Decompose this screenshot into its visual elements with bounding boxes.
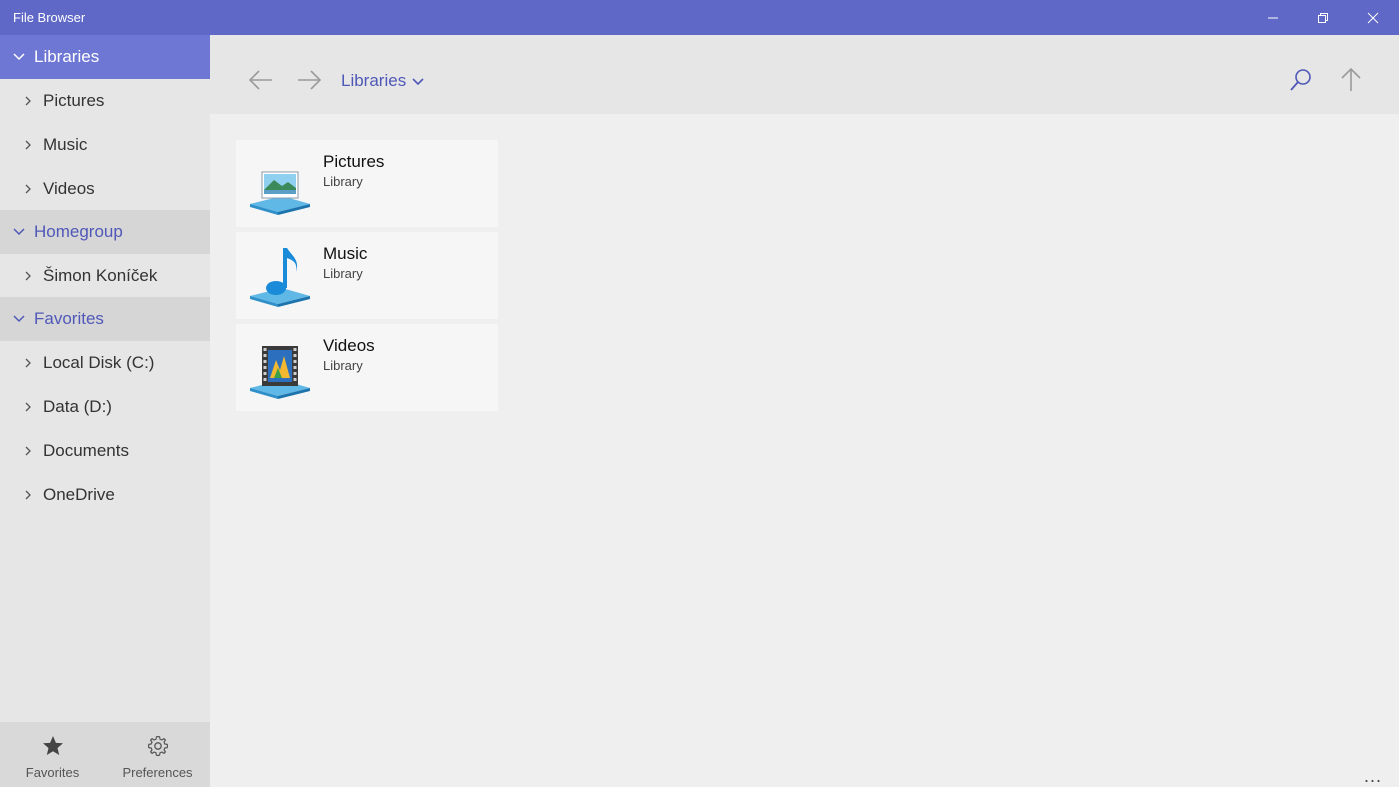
chevron-right-icon <box>25 140 31 150</box>
chevron-right-icon <box>25 271 31 281</box>
tile-kind: Library <box>323 266 363 281</box>
path-dropdown-label[interactable]: Libraries <box>341 71 406 91</box>
chevron-right-icon <box>25 490 31 500</box>
music-library-icon <box>250 248 310 307</box>
sidebar-item-label: OneDrive <box>43 485 115 504</box>
star-icon <box>42 736 63 755</box>
toolbar: Libraries <box>210 35 1399 114</box>
tile-name: Music <box>323 244 368 263</box>
chevron-down-icon[interactable] <box>412 77 424 87</box>
content-area: Pictures Library Music Library Videos Li… <box>210 114 1399 787</box>
minimize-icon <box>1268 17 1278 18</box>
more-options-button[interactable]: ... <box>1364 766 1382 787</box>
chevron-right-icon <box>25 446 31 456</box>
close-button[interactable] <box>1348 0 1398 35</box>
sidebar-group-libraries[interactable]: Libraries <box>0 35 210 79</box>
sidebar-item-label: Data (D:) <box>43 397 112 416</box>
forward-button[interactable] <box>296 67 322 98</box>
favorites-label: Favorites <box>25 765 80 780</box>
restore-button[interactable] <box>1298 0 1348 35</box>
title-bar: File Browser <box>0 0 1399 35</box>
sidebar-footer: Favorites Preferences <box>0 722 210 787</box>
chevron-right-icon <box>25 96 31 106</box>
chevron-down-icon <box>13 53 25 61</box>
sidebar-group-homegroup[interactable]: Homegroup <box>0 210 210 254</box>
sidebar-item-label: Documents <box>43 441 129 460</box>
tile-name: Pictures <box>323 152 385 171</box>
sidebar-item-label: Music <box>43 135 88 154</box>
sidebar-item-videos[interactable]: Videos <box>0 167 210 211</box>
favorites-button[interactable]: Favorites <box>0 722 105 787</box>
arrow-left-icon <box>248 70 272 90</box>
sidebar-item-label: Šimon Koníček <box>43 266 158 285</box>
sidebar-item-label: Videos <box>43 179 95 198</box>
preferences-label: Preferences <box>122 765 193 780</box>
sidebar-item-local-disk[interactable]: Local Disk (C:) <box>0 341 210 385</box>
search-button[interactable] <box>1288 67 1314 98</box>
up-button[interactable] <box>1338 67 1364 98</box>
gear-icon <box>147 735 168 757</box>
videos-library-icon <box>250 346 310 399</box>
sidebar-group-label: Homegroup <box>34 222 123 241</box>
chevron-down-icon <box>13 315 25 323</box>
sidebar-item-label: Pictures <box>43 91 105 110</box>
tile-kind: Library <box>323 174 363 189</box>
tile-name: Videos <box>323 336 375 355</box>
chevron-right-icon <box>25 358 31 368</box>
minimize-button[interactable] <box>1248 0 1298 35</box>
sidebar-item-music[interactable]: Music <box>0 123 210 167</box>
chevron-right-icon <box>25 402 31 412</box>
sidebar-item-pictures[interactable]: Pictures <box>0 79 210 123</box>
sidebar-item-simon-konicek[interactable]: Šimon Koníček <box>0 254 210 298</box>
search-icon <box>1290 69 1311 91</box>
sidebar-group-favorites[interactable]: Favorites <box>0 297 210 341</box>
library-tile-videos[interactable]: Videos Library <box>236 324 498 411</box>
sidebar-item-onedrive[interactable]: OneDrive <box>0 473 210 517</box>
tile-kind: Library <box>323 358 363 373</box>
chevron-down-icon <box>13 228 25 236</box>
restore-icon <box>1318 12 1328 23</box>
pictures-library-icon <box>250 171 310 215</box>
library-tile-music[interactable]: Music Library <box>236 232 498 319</box>
sidebar-group-label: Libraries <box>34 47 100 66</box>
sidebar-group-label: Favorites <box>34 309 104 328</box>
preferences-button[interactable]: Preferences <box>105 722 210 787</box>
chevron-right-icon <box>25 184 31 194</box>
arrow-right-icon <box>298 70 322 90</box>
back-button[interactable] <box>248 67 274 98</box>
window-title: File Browser <box>13 10 86 25</box>
sidebar: Libraries Pictures Music Videos Homegrou… <box>0 35 210 787</box>
sidebar-item-data-drive[interactable]: Data (D:) <box>0 385 210 429</box>
library-tile-pictures[interactable]: Pictures Library <box>236 140 498 227</box>
arrow-up-icon <box>1341 67 1361 91</box>
close-icon <box>1367 12 1379 23</box>
sidebar-item-label: Local Disk (C:) <box>43 353 155 372</box>
sidebar-item-documents[interactable]: Documents <box>0 429 210 473</box>
